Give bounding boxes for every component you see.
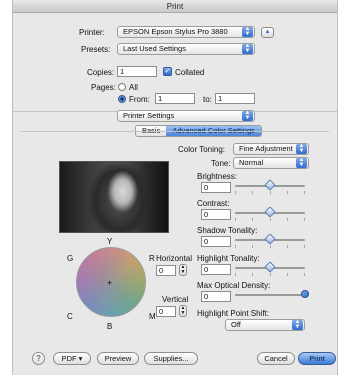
print-dialog: Print Printer: EPSON Epson Stylus Pro 38…	[12, 0, 338, 375]
expand-dialog-button[interactable]: ▲	[261, 27, 274, 38]
max-optical-density-slider[interactable]	[235, 290, 309, 299]
section-value: Printer Settings	[123, 111, 175, 120]
pages-from-radio[interactable]	[118, 95, 126, 103]
highlight-tonality-label: Highlight Tonality:	[197, 254, 260, 263]
pages-to-field[interactable]: 1	[215, 93, 255, 104]
max-optical-density-field[interactable]: 0	[201, 291, 231, 302]
popup-arrows-icon: ▲ ▼	[292, 320, 303, 330]
cancel-button[interactable]: Cancel	[257, 352, 295, 365]
brightness-label: Brightness:	[197, 172, 238, 181]
popup-arrows-icon: ▲ ▼	[296, 158, 307, 168]
vertical-field[interactable]: 0	[156, 306, 176, 317]
presets-label: Presets:	[81, 45, 111, 54]
horizontal-stepper[interactable]: ▲ ▼	[179, 264, 187, 276]
copies-field[interactable]: 1	[117, 66, 157, 77]
wheel-label-g: G	[67, 254, 74, 263]
printer-value: EPSON Epson Stylus Pro 3880	[123, 27, 228, 36]
wheel-label-c: C	[67, 312, 73, 321]
pdf-menu-button[interactable]: PDF ▾	[53, 352, 91, 365]
popup-arrows-icon: ▲ ▼	[242, 27, 253, 37]
wheel-label-r: R	[149, 254, 155, 263]
brightness-field[interactable]: 0	[201, 182, 231, 193]
preview-image	[59, 161, 169, 233]
slider-knob[interactable]	[264, 261, 276, 273]
disclosure-up-icon: ▲	[264, 29, 271, 35]
shadow-tonality-field[interactable]: 0	[201, 236, 231, 247]
presets-value: Last Used Settings	[123, 44, 186, 53]
slider-knob[interactable]	[301, 290, 309, 298]
brightness-slider[interactable]	[235, 179, 305, 194]
highlight-tonality-field[interactable]: 0	[201, 264, 231, 275]
horizontal-label: Horizontal	[156, 254, 193, 263]
contrast-field[interactable]: 0	[201, 209, 231, 220]
collated-checkbox[interactable]: ✓	[163, 67, 172, 76]
copies-label: Copies:	[87, 68, 115, 77]
window-title: Print	[13, 0, 337, 13]
print-button[interactable]: Print	[298, 352, 336, 365]
pages-label: Pages:	[91, 83, 116, 92]
horizontal-field[interactable]: 0	[156, 265, 176, 276]
pages-from-label: From:	[129, 95, 150, 104]
tone-label: Tone:	[211, 159, 231, 168]
popup-arrows-icon: ▲ ▼	[242, 44, 253, 54]
slider-knob[interactable]	[264, 233, 276, 245]
highlight-tonality-slider[interactable]	[235, 261, 305, 276]
pages-from-field[interactable]: 1	[155, 93, 195, 104]
wheel-label-y: Y	[107, 237, 113, 246]
printer-popup[interactable]: EPSON Epson Stylus Pro 3880 ▲ ▼	[117, 26, 255, 38]
preview-button[interactable]: Preview	[97, 352, 139, 365]
supplies-button[interactable]: Supplies...	[144, 352, 198, 365]
highlight-point-shift-popup[interactable]: Off ▲ ▼	[225, 319, 305, 331]
wheel-crosshair-icon: +	[107, 278, 113, 288]
popup-arrows-icon: ▲ ▼	[242, 111, 253, 121]
wheel-label-b: B	[107, 322, 113, 331]
color-toning-popup[interactable]: Fine Adjustment ▲ ▼	[233, 143, 309, 155]
shadow-tonality-label: Shadow Tonality:	[197, 226, 258, 235]
shadow-tonality-slider[interactable]	[235, 233, 305, 248]
slider-knob[interactable]	[264, 206, 276, 218]
contrast-label: Contrast:	[197, 199, 230, 208]
popup-arrows-icon: ▲ ▼	[296, 144, 307, 154]
collated-label: Collated	[175, 68, 205, 77]
slider-knob[interactable]	[264, 179, 276, 191]
vertical-label: Vertical	[162, 295, 189, 304]
pages-to-label: to:	[203, 95, 212, 104]
tone-value: Normal	[239, 158, 264, 167]
printer-label: Printer:	[79, 28, 105, 37]
max-optical-density-label: Max Optical Density:	[197, 281, 271, 290]
tab-separator	[21, 131, 329, 132]
presets-popup[interactable]: Last Used Settings ▲ ▼	[117, 43, 255, 55]
color-toning-value: Fine Adjustment	[239, 144, 293, 153]
contrast-slider[interactable]	[235, 206, 305, 221]
pages-all-label: All	[129, 83, 138, 92]
color-toning-label: Color Toning:	[178, 145, 225, 154]
section-popup[interactable]: Printer Settings ▲ ▼	[117, 110, 255, 122]
highlight-point-shift-label: Highlight Point Shift:	[197, 309, 270, 318]
vertical-stepper[interactable]: ▲ ▼	[179, 305, 187, 317]
tone-popup[interactable]: Normal ▲ ▼	[233, 157, 309, 169]
wheel-label-m: M	[149, 312, 156, 321]
pages-all-radio[interactable]	[118, 83, 126, 91]
highlight-point-shift-value: Off	[231, 320, 241, 329]
help-button[interactable]: ?	[32, 352, 45, 365]
